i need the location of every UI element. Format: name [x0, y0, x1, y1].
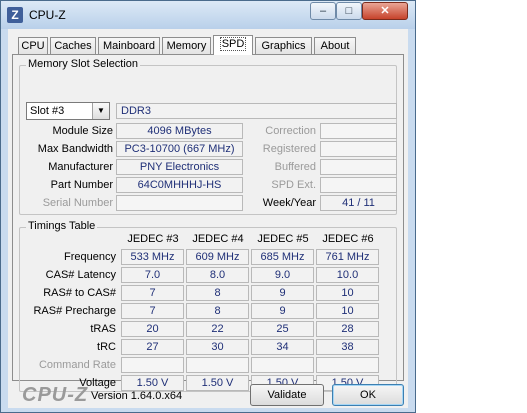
title-bar[interactable]: Z CPU-Z – □ ✕ — [1, 1, 415, 29]
timing-cell: 8.0 — [186, 267, 249, 283]
field-value — [320, 177, 397, 193]
timing-cell: 22 — [186, 321, 249, 337]
spd-panel: Memory Slot Selection Slot #3 ▼ DDR3 Mod… — [12, 54, 404, 392]
timing-cell: 7 — [121, 303, 184, 319]
maximize-button[interactable]: □ — [336, 2, 362, 20]
timing-cell: 38 — [316, 339, 379, 355]
timing-cell: 10 — [316, 285, 379, 301]
window-title: CPU-Z — [29, 8, 66, 22]
ok-button[interactable]: OK — [332, 384, 404, 406]
field-value: PC3-10700 (667 MHz) — [116, 141, 243, 157]
timing-cell: 34 — [251, 339, 314, 355]
timing-cell: 609 MHz — [186, 249, 249, 265]
client-area: CPU Caches Mainboard Memory SPD Graphics About… — [8, 29, 408, 408]
field-label: Registered — [262, 143, 316, 155]
tab-spd[interactable]: SPD — [213, 35, 253, 55]
field-value: PNY Electronics — [116, 159, 243, 175]
field-label: Max Bandwidth — [37, 143, 113, 155]
chevron-down-icon[interactable]: ▼ — [92, 103, 109, 119]
timing-column-header: JEDEC #4 — [192, 233, 244, 245]
memory-slot-group-title: Memory Slot Selection — [26, 58, 141, 70]
timing-cell: 10.0 — [316, 267, 379, 283]
timing-cell: 30 — [186, 339, 249, 355]
timing-cell: 9 — [251, 303, 314, 319]
field-label: Part Number — [50, 179, 113, 191]
version-label: Version 1.64.0.x64 — [91, 390, 183, 402]
tab-label: Memory — [166, 40, 207, 52]
validate-button[interactable]: Validate — [250, 384, 324, 406]
timing-cell: 9 — [251, 285, 314, 301]
tab-label: CPU — [21, 40, 45, 52]
timing-cell: 28 — [316, 321, 379, 337]
field-value: 64C0MHHHJ-HS — [116, 177, 243, 193]
field-label: Manufacturer — [48, 161, 113, 173]
field-value — [320, 141, 397, 157]
timing-cell: 10 — [316, 303, 379, 319]
timing-row-label: tRC — [97, 341, 116, 353]
timing-column-header: JEDEC #5 — [257, 233, 309, 245]
tab-label: Graphics — [261, 40, 306, 52]
tab-memory[interactable]: Memory — [162, 37, 211, 54]
tab-caches[interactable]: Caches — [50, 37, 96, 54]
field-label: Buffered — [274, 161, 316, 173]
timing-cell: 7.0 — [121, 267, 184, 283]
field-label: SPD Ext. — [271, 179, 316, 191]
timing-row-label: RAS# to CAS# — [43, 287, 116, 299]
slot-select-value: Slot #3 — [30, 105, 65, 117]
tab-graphics[interactable]: Graphics — [255, 37, 312, 54]
tab-mainboard[interactable]: Mainboard — [98, 37, 160, 54]
cpu-z-logo: CPU-Z — [22, 384, 89, 406]
timings-group-title: Timings Table — [26, 220, 98, 232]
timing-column-header: JEDEC #6 — [322, 233, 374, 245]
timing-row-label: Command Rate — [38, 359, 116, 371]
timing-cell: 20 — [121, 321, 184, 337]
tab-about[interactable]: About — [314, 37, 356, 54]
slot-select[interactable]: Slot #3 ▼ — [26, 102, 110, 120]
timing-cell: 8 — [186, 285, 249, 301]
timing-row-label: RAS# Precharge — [33, 305, 116, 317]
timing-cell — [121, 357, 184, 373]
field-label: Correction — [265, 125, 316, 137]
timing-cell — [186, 357, 249, 373]
timing-column-header: JEDEC #3 — [127, 233, 179, 245]
field-value: 4096 MBytes — [116, 123, 243, 139]
tab-label: Mainboard — [103, 40, 155, 52]
timing-cell: 1.50 V — [121, 375, 184, 391]
tab-label: Caches — [54, 40, 92, 52]
timing-row-label: tRAS — [90, 323, 116, 335]
field-value: 41 / 11 — [320, 195, 397, 211]
timing-cell — [316, 357, 379, 373]
tab-label: About — [320, 40, 350, 52]
cpu-z-window: Z CPU-Z – □ ✕ CPU Caches Mainboard Memory SP… — [0, 0, 416, 413]
field-label: Module Size — [52, 125, 113, 137]
timing-cell: 761 MHz — [316, 249, 379, 265]
close-button[interactable]: ✕ — [362, 2, 408, 20]
field-value — [320, 123, 397, 139]
timing-cell: 7 — [121, 285, 184, 301]
timing-cell: 685 MHz — [251, 249, 314, 265]
field-value — [320, 159, 397, 175]
minimize-button[interactable]: – — [310, 2, 336, 20]
memory-type-field: DDR3 — [116, 103, 397, 119]
tab-cpu[interactable]: CPU — [18, 37, 48, 54]
field-label: Week/Year — [262, 197, 316, 209]
timing-row-label: Frequency — [64, 251, 116, 263]
field-label: Serial Number — [42, 197, 113, 209]
timing-cell: 25 — [251, 321, 314, 337]
field-value — [116, 195, 243, 211]
timing-cell — [251, 357, 314, 373]
tab-label: SPD — [219, 37, 247, 51]
app-icon: Z — [7, 7, 23, 23]
timing-cell: 8 — [186, 303, 249, 319]
timing-cell: 27 — [121, 339, 184, 355]
timing-row-label: CAS# Latency — [45, 269, 116, 281]
timing-cell: 1.50 V — [186, 375, 249, 391]
timing-cell: 533 MHz — [121, 249, 184, 265]
timing-cell: 9.0 — [251, 267, 314, 283]
